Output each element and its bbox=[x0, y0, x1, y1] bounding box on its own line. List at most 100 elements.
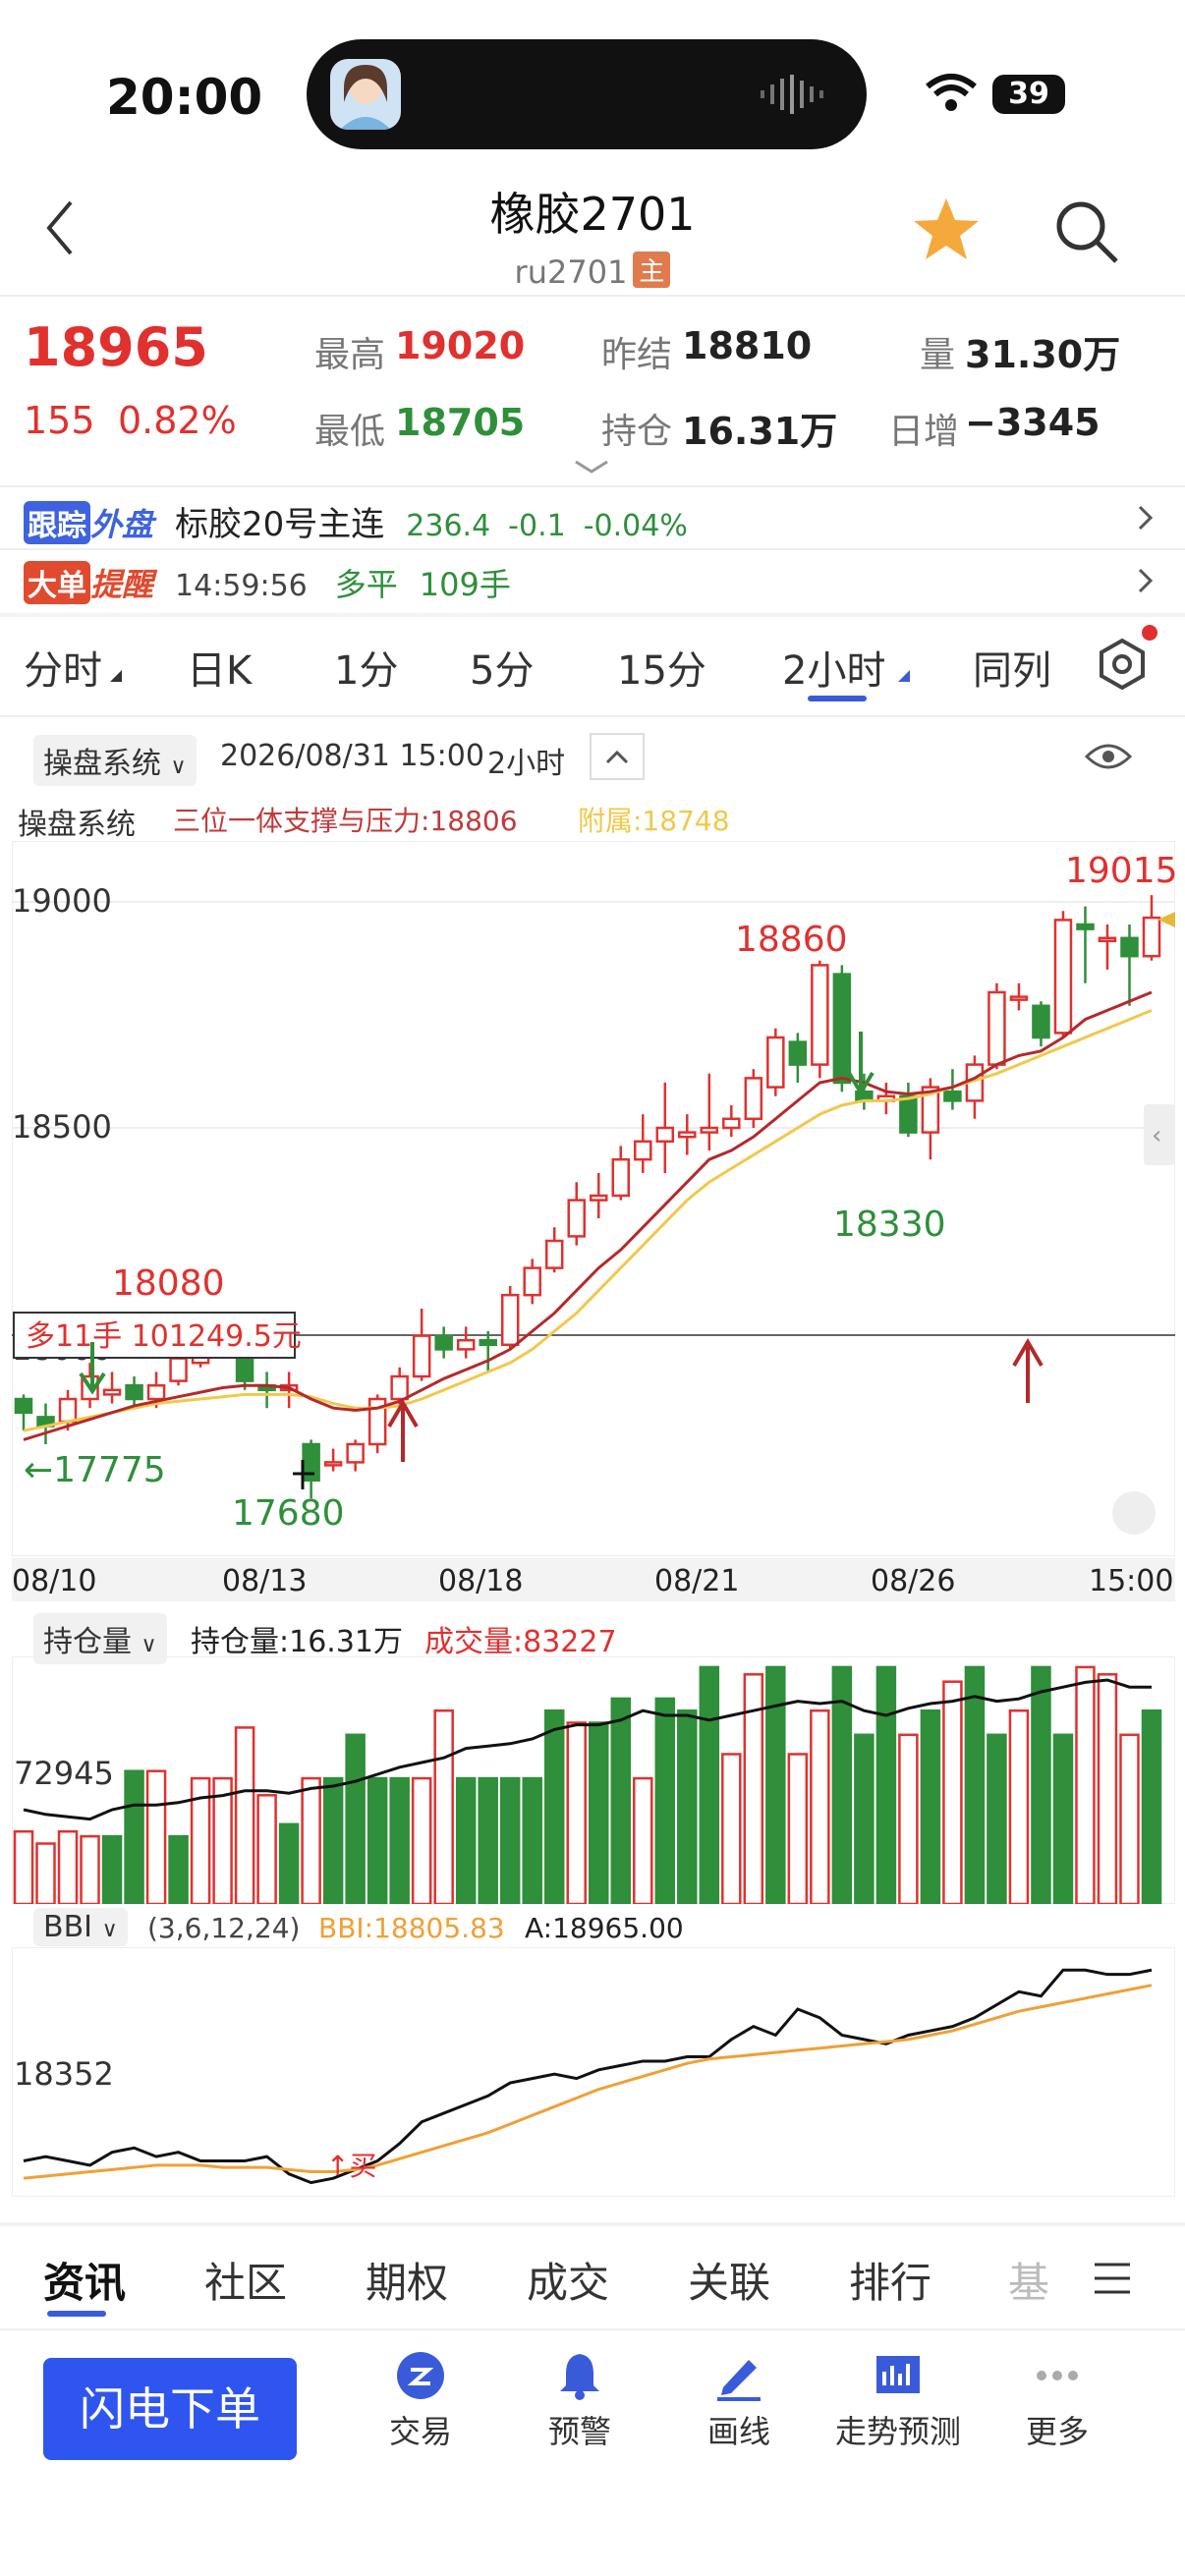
candle-body bbox=[1009, 995, 1029, 1001]
label-high-19015: 19015 bbox=[1065, 851, 1175, 891]
x-tick: 08/21 bbox=[654, 1564, 740, 1598]
more-tool[interactable]: 更多 bbox=[979, 2350, 1136, 2452]
tab-daily-k[interactable]: 日K bbox=[187, 639, 252, 696]
candle-body bbox=[1053, 919, 1073, 1035]
volume-bar bbox=[522, 1776, 542, 1904]
label-18080: 18080 bbox=[112, 1263, 225, 1304]
trade-icon bbox=[397, 2352, 444, 2399]
volume-bar bbox=[1052, 1733, 1074, 1904]
overseas-tag: 外盘 bbox=[90, 506, 154, 543]
alert-tool[interactable]: 预警 bbox=[501, 2350, 658, 2452]
big-order-type: 多平 bbox=[334, 566, 398, 603]
eye-icon[interactable] bbox=[1085, 739, 1132, 774]
collapse-button[interactable] bbox=[590, 733, 645, 780]
overseas-track-row[interactable]: 跟踪 外盘 标胶20号主连 236.4 -0.1 -0.04% bbox=[24, 497, 1163, 546]
tab-community[interactable]: 社区 bbox=[204, 2250, 287, 2310]
big-order-time: 14:59:56 bbox=[175, 569, 308, 603]
label-17680: 17680 bbox=[232, 1493, 345, 1534]
divider bbox=[0, 485, 1185, 487]
volume-bar bbox=[301, 1776, 321, 1904]
volume-bar bbox=[322, 1776, 344, 1904]
more-label: 更多 bbox=[1025, 2413, 1089, 2450]
candle-body bbox=[766, 1036, 785, 1089]
bbi-value: BBI:18805.83 bbox=[318, 1912, 505, 1944]
tab-timeshare[interactable]: 分时 bbox=[24, 639, 102, 696]
tab-5min[interactable]: 5分 bbox=[470, 639, 534, 696]
trade-tool[interactable]: 交易 bbox=[342, 2350, 499, 2452]
bbi-params: (3,6,12,24) bbox=[147, 1912, 301, 1944]
active-tab-indicator bbox=[47, 2311, 106, 2317]
candle-body bbox=[634, 1140, 652, 1161]
fullscreen-icon[interactable] bbox=[1112, 1491, 1156, 1535]
chevron-right-icon[interactable] bbox=[1138, 568, 1154, 593]
volume-bar bbox=[810, 1708, 830, 1904]
chevron-right-icon[interactable] bbox=[1138, 505, 1154, 531]
notification-dot bbox=[1142, 625, 1157, 641]
prev-settle-label: 昨结 bbox=[601, 335, 673, 375]
candle-body bbox=[500, 1293, 520, 1347]
divider bbox=[0, 2328, 1185, 2330]
tab-1min[interactable]: 1分 bbox=[334, 639, 398, 696]
volume-bar bbox=[677, 1708, 698, 1904]
attach-label: 附属:18748 bbox=[578, 805, 730, 837]
chart-period: 2小时 bbox=[487, 747, 566, 781]
volume-bar bbox=[1141, 1708, 1162, 1904]
candlestick-chart[interactable]: 19000 18500 18000 19015 18860 18330 1808… bbox=[12, 841, 1175, 1556]
tab-options[interactable]: 期权 bbox=[366, 2250, 448, 2310]
candle-body bbox=[744, 1077, 763, 1121]
buy-arrow-icon bbox=[1012, 1338, 1044, 1403]
position-box[interactable]: 多11手 101249.5元 bbox=[13, 1312, 302, 1359]
flash-order-button[interactable]: 闪电下单 bbox=[43, 2358, 297, 2460]
tab-ranking[interactable]: 排行 bbox=[849, 2250, 931, 2310]
tab-same-row[interactable]: 同列 bbox=[973, 639, 1051, 696]
volume-chart[interactable]: 72945 bbox=[12, 1656, 1175, 1904]
volume-bar bbox=[920, 1708, 941, 1904]
tab-trades[interactable]: 成交 bbox=[527, 2250, 609, 2310]
trend-forecast-tool[interactable]: 走势预测 bbox=[819, 2350, 977, 2452]
chevron-up-icon bbox=[605, 750, 629, 764]
volume-bar bbox=[942, 1680, 963, 1904]
candles-group bbox=[14, 895, 1161, 1499]
tab-news[interactable]: 资讯 bbox=[43, 2250, 126, 2310]
status-time: 20:00 bbox=[106, 69, 263, 126]
volume-bar bbox=[124, 1769, 144, 1904]
expand-chevron-icon[interactable] bbox=[574, 458, 609, 476]
big-order-row[interactable]: 大单 提醒 14:59:56 多平 109手 bbox=[24, 560, 1163, 609]
draw-label: 画线 bbox=[706, 2413, 770, 2450]
settings-hexagon-icon[interactable] bbox=[1093, 635, 1152, 694]
candle-body bbox=[722, 1117, 741, 1130]
tab-15min[interactable]: 15分 bbox=[617, 639, 706, 696]
candle-body bbox=[146, 1383, 166, 1401]
bbi-chart[interactable]: 18352 ↑买 bbox=[12, 1947, 1175, 2197]
divider bbox=[0, 295, 1185, 297]
volume-bar bbox=[1031, 1665, 1051, 1904]
indicator-system-select[interactable]: 操盘系统 ∨ bbox=[33, 735, 197, 786]
tab-fundamentals[interactable]: 基 bbox=[1008, 2250, 1049, 2310]
divider bbox=[0, 613, 1185, 617]
volume-bar bbox=[1008, 1708, 1030, 1904]
trend-forecast-label: 走势预测 bbox=[834, 2413, 961, 2450]
volume-bar bbox=[345, 1733, 366, 1904]
draw-tool[interactable]: 画线 bbox=[660, 2350, 818, 2452]
search-icon[interactable] bbox=[1053, 198, 1120, 265]
volume-bar bbox=[35, 1842, 56, 1904]
divider bbox=[0, 548, 1185, 550]
volume-bar bbox=[589, 1721, 609, 1904]
favorite-star-icon[interactable] bbox=[912, 196, 981, 261]
menu-icon[interactable] bbox=[1093, 2262, 1132, 2295]
low-label: 最低 bbox=[314, 412, 386, 452]
candle-body bbox=[1120, 936, 1139, 958]
label-18860: 18860 bbox=[735, 920, 848, 960]
bbi-select[interactable]: BBI ∨ bbox=[33, 1908, 128, 1946]
volume-bar bbox=[389, 1776, 410, 1904]
y-tick-72945: 72945 bbox=[14, 1755, 114, 1792]
low-value: 18705 bbox=[395, 401, 526, 444]
volume-bar bbox=[633, 1776, 653, 1904]
tab-related[interactable]: 关联 bbox=[688, 2250, 770, 2310]
candle-body bbox=[456, 1338, 476, 1351]
volume-bar bbox=[566, 1721, 587, 1904]
volume-bar bbox=[101, 1834, 123, 1904]
tab-2hour[interactable]: 2小时 bbox=[782, 639, 885, 696]
x-tick: 08/26 bbox=[871, 1564, 956, 1598]
candle-body bbox=[544, 1239, 564, 1269]
